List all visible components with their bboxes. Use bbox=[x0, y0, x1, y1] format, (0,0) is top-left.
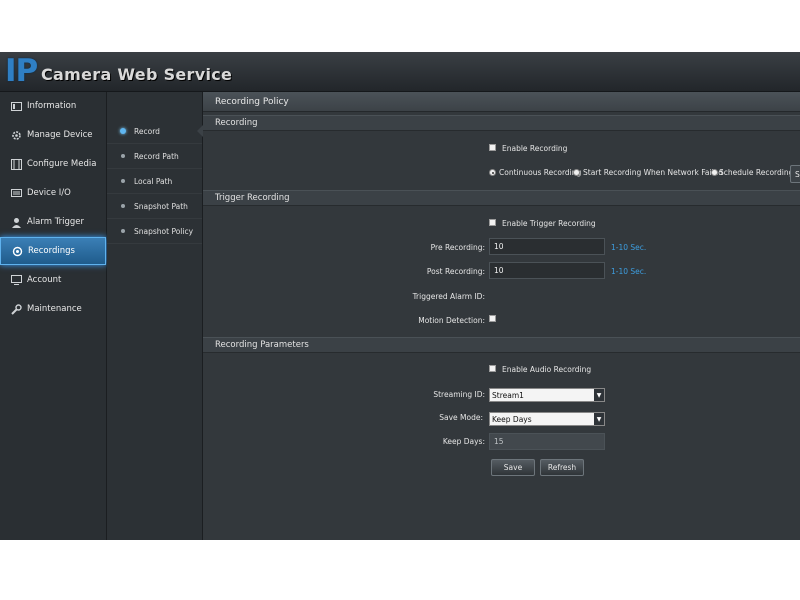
logo-ip: IP bbox=[5, 53, 38, 89]
refresh-button[interactable]: Refresh bbox=[540, 459, 584, 476]
network-failed-label: Start Recording When Network Failed bbox=[583, 168, 723, 177]
app-window: IP Camera Web Service Information Manage… bbox=[0, 52, 800, 540]
person-icon bbox=[10, 216, 22, 228]
enable-trigger-recording-checkbox[interactable] bbox=[489, 219, 496, 226]
schedule-settings-button[interactable]: Se bbox=[790, 165, 800, 183]
nav-item-recordings[interactable]: Recordings bbox=[0, 237, 106, 265]
save-button[interactable]: Save bbox=[491, 459, 535, 476]
nav-label: Maintenance bbox=[27, 304, 82, 314]
nav-label: Account bbox=[27, 275, 62, 285]
main-panel: Recording Policy Recording Enable Record… bbox=[203, 92, 800, 540]
nav-label: Information bbox=[27, 101, 77, 111]
wrench-icon bbox=[10, 303, 22, 315]
recordings-gear-icon bbox=[11, 245, 23, 257]
bullet-icon bbox=[121, 204, 125, 208]
app-title: Camera Web Service bbox=[41, 65, 233, 84]
continuous-recording-radio[interactable] bbox=[489, 169, 496, 176]
subnav-label: Snapshot Path bbox=[134, 201, 188, 211]
nav-label: Manage Device bbox=[27, 130, 93, 140]
pre-recording-hint: 1-10 Sec. bbox=[611, 243, 647, 252]
nav-label: Alarm Trigger bbox=[27, 217, 85, 227]
nav-item-information[interactable]: Information bbox=[0, 92, 106, 120]
save-mode-value: Keep Days bbox=[492, 414, 532, 424]
nav-item-maintenance[interactable]: Maintenance bbox=[0, 295, 106, 323]
main-nav: Information Manage Device Configure Medi… bbox=[0, 92, 107, 540]
bullet-icon bbox=[120, 128, 126, 134]
pre-recording-input[interactable] bbox=[489, 238, 605, 255]
motion-detection-label: Motion Detection: bbox=[418, 316, 485, 325]
display-icon bbox=[10, 274, 22, 286]
section-trigger-recording: Trigger Recording bbox=[203, 190, 800, 206]
save-mode-label: Save Mode: bbox=[439, 413, 483, 422]
gear-icon bbox=[10, 129, 22, 141]
enable-recording-label: Enable Recording bbox=[502, 144, 568, 153]
section-recording-parameters: Recording Parameters bbox=[203, 337, 800, 353]
keep-days-input[interactable] bbox=[489, 433, 605, 450]
streaming-id-label: Streaming ID: bbox=[433, 390, 485, 399]
bullet-icon bbox=[121, 154, 125, 158]
section-recording: Recording bbox=[203, 115, 800, 131]
schedule-recording-radio[interactable] bbox=[711, 169, 718, 176]
nav-label: Device I/O bbox=[27, 188, 71, 198]
nav-item-configure-media[interactable]: Configure Media bbox=[0, 150, 106, 178]
save-mode-select[interactable]: Keep Days ▼ bbox=[489, 412, 605, 426]
header-bar: IP Camera Web Service bbox=[0, 52, 800, 92]
chevron-down-icon: ▼ bbox=[594, 413, 604, 425]
subnav-item-local-path[interactable]: Local Path bbox=[107, 169, 202, 194]
subnav-item-record-path[interactable]: Record Path bbox=[107, 144, 202, 169]
nav-label: Recordings bbox=[28, 246, 75, 256]
post-recording-input[interactable] bbox=[489, 262, 605, 279]
enable-recording-checkbox[interactable] bbox=[489, 144, 496, 151]
streaming-id-value: Stream1 bbox=[492, 390, 524, 400]
streaming-id-select[interactable]: Stream1 ▼ bbox=[489, 388, 605, 402]
subnav-item-snapshot-policy[interactable]: Snapshot Policy bbox=[107, 219, 202, 244]
post-recording-label: Post Recording: bbox=[426, 267, 485, 276]
bullet-icon bbox=[121, 229, 125, 233]
subnav-label: Snapshot Policy bbox=[134, 226, 194, 236]
subnav-label: Record bbox=[134, 126, 160, 136]
post-recording-hint: 1-10 Sec. bbox=[611, 267, 647, 276]
continuous-recording-label: Continuous Recording bbox=[499, 168, 582, 177]
keyboard-icon bbox=[10, 187, 22, 199]
monitor-icon bbox=[10, 100, 22, 112]
subnav-item-record[interactable]: Record bbox=[107, 119, 203, 144]
nav-item-device-io[interactable]: Device I/O bbox=[0, 179, 106, 207]
triggered-alarm-id-label: Triggered Alarm ID: bbox=[412, 292, 485, 301]
nav-label: Configure Media bbox=[27, 159, 97, 169]
enable-audio-recording-checkbox[interactable] bbox=[489, 365, 496, 372]
enable-trigger-recording-label: Enable Trigger Recording bbox=[502, 219, 596, 228]
page-title: Recording Policy bbox=[203, 92, 800, 112]
subnav-label: Local Path bbox=[134, 176, 173, 186]
bullet-icon bbox=[121, 179, 125, 183]
film-icon bbox=[10, 158, 22, 170]
pre-recording-label: Pre Recording: bbox=[430, 243, 485, 252]
nav-item-manage-device[interactable]: Manage Device bbox=[0, 121, 106, 149]
network-failed-radio[interactable] bbox=[573, 169, 580, 176]
sub-nav: Record Record Path Local Path Snapshot P… bbox=[107, 92, 203, 540]
chevron-down-icon: ▼ bbox=[594, 389, 604, 401]
enable-audio-recording-label: Enable Audio Recording bbox=[502, 365, 592, 374]
motion-detection-checkbox[interactable] bbox=[489, 315, 496, 322]
schedule-recording-label: Schedule Recording bbox=[719, 168, 794, 177]
subnav-label: Record Path bbox=[134, 151, 179, 161]
subnav-item-snapshot-path[interactable]: Snapshot Path bbox=[107, 194, 202, 219]
nav-item-account[interactable]: Account bbox=[0, 266, 106, 294]
keep-days-label: Keep Days: bbox=[442, 437, 485, 446]
nav-item-alarm-trigger[interactable]: Alarm Trigger bbox=[0, 208, 106, 236]
